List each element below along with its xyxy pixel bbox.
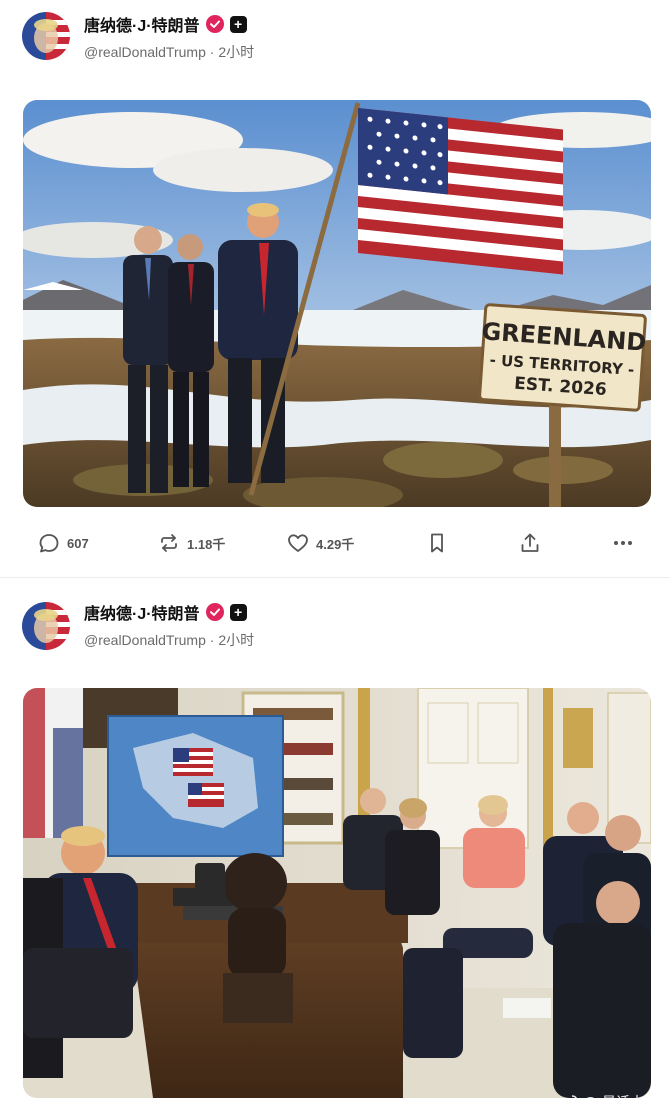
post-card[interactable]: 唐纳德·J·特朗普 + @realDonaldTrump · 2小时: [0, 578, 670, 1120]
reply-button[interactable]: 607: [38, 525, 89, 561]
verified-badge-icon: [205, 15, 224, 33]
avatar[interactable]: [22, 602, 70, 650]
meta-separator: ·: [209, 44, 215, 60]
oval-office-image-icon: [23, 688, 651, 1098]
author-meta: @realDonaldTrump · 2小时: [84, 42, 254, 62]
like-count: 4.29千: [316, 536, 355, 552]
author-meta: @realDonaldTrump · 2小时: [84, 630, 254, 650]
plus-badge-icon: +: [229, 603, 247, 621]
bookmark-icon: [431, 533, 443, 553]
reply-icon: [39, 534, 59, 553]
repost-icon: [161, 534, 177, 552]
repost-count: 1.18千: [187, 536, 226, 552]
plus-badge-icon: +: [229, 15, 247, 33]
post-image[interactable]: [23, 688, 651, 1098]
post-image[interactable]: GREENLAND - US TERRITORY - EST. 2026: [23, 100, 651, 507]
heart-icon: [288, 534, 308, 552]
repost-button[interactable]: 1.18千: [158, 525, 225, 561]
post-time: 2小时: [218, 44, 255, 60]
author-handle[interactable]: @realDonaldTrump: [84, 632, 206, 648]
meta-separator: ·: [209, 632, 215, 648]
post-actions: 607 1.18千 4.29千: [0, 525, 670, 561]
more-button[interactable]: [612, 525, 634, 561]
weibo-watermark: @ 星话大白: [558, 1092, 658, 1112]
author-name[interactable]: 唐纳德·J·特朗普: [84, 12, 200, 36]
author-name-row: 唐纳德·J·特朗普 +: [84, 12, 247, 36]
verified-badge-icon: [205, 603, 224, 621]
post-time: 2小时: [218, 632, 255, 648]
more-icon: [614, 541, 632, 545]
author-name-row: 唐纳德·J·特朗普 +: [84, 600, 247, 624]
weibo-logo-icon: [558, 1095, 578, 1110]
landscape-flag-image-icon: GREENLAND - US TERRITORY - EST. 2026: [23, 100, 651, 507]
share-button[interactable]: [519, 525, 541, 561]
like-button[interactable]: 4.29千: [287, 525, 354, 561]
post-card[interactable]: 唐纳德·J·特朗普 + @realDonaldTrump · 2小时: [0, 0, 670, 578]
watermark-text: 星话大白: [602, 1094, 658, 1110]
author-handle[interactable]: @realDonaldTrump: [84, 44, 206, 60]
avatar[interactable]: [22, 12, 70, 60]
share-icon: [521, 533, 539, 552]
bookmark-button[interactable]: [426, 525, 448, 561]
author-name[interactable]: 唐纳德·J·特朗普: [84, 600, 200, 624]
reply-count: 607: [67, 535, 89, 551]
